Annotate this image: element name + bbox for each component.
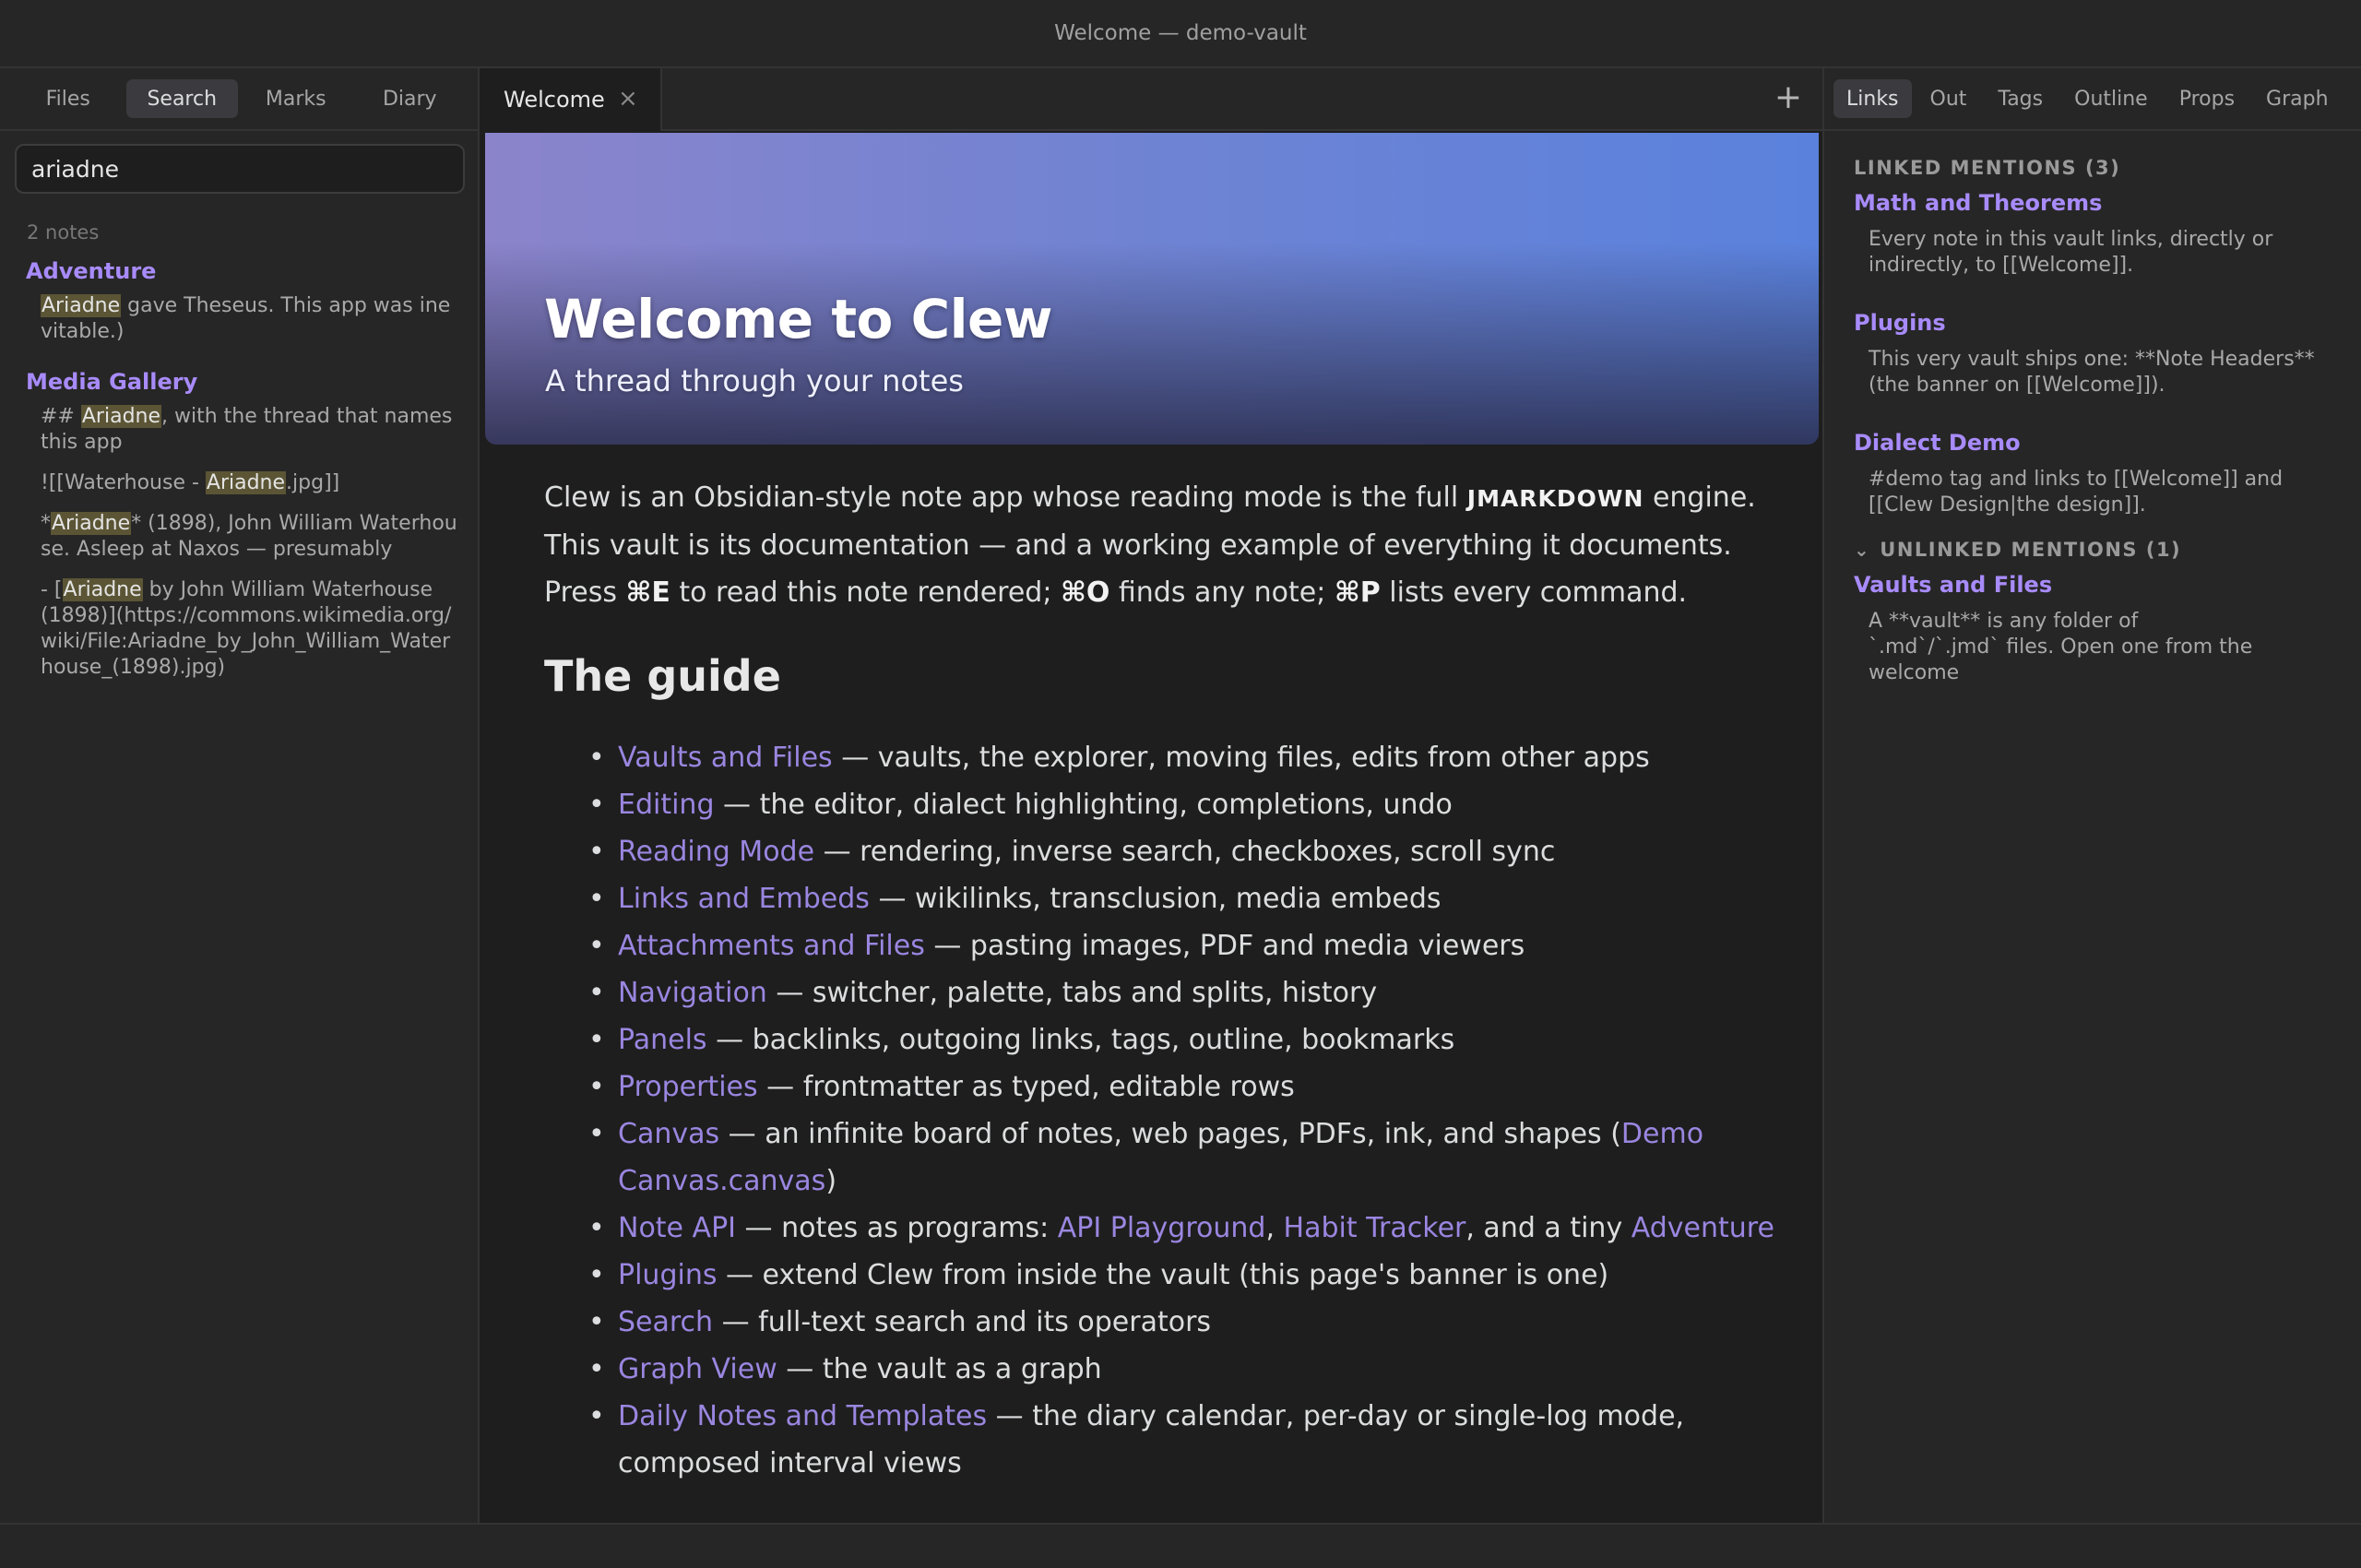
list-item: Search — full-text search and its operat… (588, 1299, 1780, 1346)
backlink-math-and-theorems[interactable]: Math and Theorems (1854, 190, 2333, 216)
guide-list: Vaults and Files — vaults, the explorer,… (544, 734, 1780, 1487)
tab-outline[interactable]: Outline (2061, 79, 2161, 118)
left-sidebar: Files Search Marks Diary 2 notes Adventu… (0, 68, 480, 1523)
link-attachments-and-files[interactable]: Attachments and Files (618, 930, 925, 962)
list-item: Editing — the editor, dialect highlighti… (588, 781, 1780, 828)
search-result-snippet[interactable]: *Ariadne* (1898), John William Waterhous… (41, 511, 459, 563)
link-plugins[interactable]: Plugins (618, 1259, 717, 1291)
tab-tags[interactable]: Tags (1985, 79, 2056, 118)
link-canvas[interactable]: Canvas (618, 1118, 719, 1150)
list-item: Navigation — switcher, palette, tabs and… (588, 969, 1780, 1016)
list-item: Daily Notes and Templates — the diary ca… (588, 1393, 1780, 1487)
search-result-file-adventure[interactable]: Adventure (26, 258, 459, 284)
search-match-highlight: Ariadne (80, 405, 162, 428)
link-daily-notes-and-templates[interactable]: Daily Notes and Templates (618, 1400, 987, 1432)
left-sidebar-tabs: Files Search Marks Diary (0, 68, 478, 131)
shortcut-read: ⌘E (625, 576, 670, 609)
tab-out[interactable]: Out (1917, 79, 1980, 118)
editor-tab-bar: Welcome × + (481, 68, 1822, 131)
search-match-highlight: Ariadne (51, 512, 132, 535)
link-adventure[interactable]: Adventure (1631, 1212, 1774, 1244)
link-reading-mode[interactable]: Reading Mode (618, 836, 814, 868)
linked-mentions-header: LINKED MENTIONS (3) (1854, 157, 2121, 179)
link-api-playground[interactable]: API Playground (1058, 1212, 1266, 1244)
search-result-group: Media Gallery ## Ariadne, with the threa… (26, 369, 459, 681)
right-sidebar: Links Out Tags Outline Props Graph LINKE… (1822, 68, 2361, 1523)
link-vaults-and-files[interactable]: Vaults and Files (618, 742, 833, 774)
link-habit-tracker[interactable]: Habit Tracker (1284, 1212, 1466, 1244)
status-bar (0, 1523, 2361, 1568)
search-match-highlight: Ariadne (41, 294, 122, 317)
list-item: Note API — notes as programs: API Playgr… (588, 1205, 1780, 1252)
chevron-down-icon: ⌄ (1854, 539, 1871, 561)
link-panels[interactable]: Panels (618, 1024, 707, 1056)
link-note-api[interactable]: Note API (618, 1212, 736, 1244)
tab-diary[interactable]: Diary (354, 79, 467, 118)
backlink-dialect-demo[interactable]: Dialect Demo (1854, 430, 2333, 456)
banner-subtitle: A thread through your notes (545, 363, 964, 398)
search-result-group: Adventure Ariadne gave Theseus. This app… (26, 258, 459, 345)
shortcut-palette: ⌘P (1334, 576, 1381, 609)
search-result-count: 2 notes (27, 221, 100, 244)
link-properties[interactable]: Properties (618, 1071, 758, 1103)
close-icon[interactable]: × (618, 87, 638, 111)
tab-graph[interactable]: Graph (2253, 79, 2341, 118)
window-title: Welcome — demo-vault (1054, 21, 1307, 45)
list-item: Panels — backlinks, outgoing links, tags… (588, 1016, 1780, 1063)
tab-files[interactable]: Files (12, 79, 125, 118)
backlinks-panel: LINKED MENTIONS (3) Math and Theorems Ev… (1854, 157, 2333, 718)
search-result-snippet[interactable]: ## Ariadne, with the thread that names t… (41, 404, 459, 456)
unlinked-vaults-and-files[interactable]: Vaults and Files (1854, 572, 2333, 598)
list-item: Attachments and Files — pasting images, … (588, 922, 1780, 969)
tab-welcome[interactable]: Welcome × (481, 68, 662, 131)
title-bar: Welcome — demo-vault (0, 0, 2361, 68)
banner-title: Welcome to Clew (544, 288, 1052, 350)
list-item: Links and Embeds — wikilinks, transclusi… (588, 875, 1780, 922)
right-sidebar-tabs: Links Out Tags Outline Props Graph (1824, 68, 2361, 131)
unlinked-mentions-header: UNLINKED MENTIONS (1) (1880, 539, 2182, 561)
list-item: Reading Mode — rendering, inverse search… (588, 828, 1780, 875)
list-item: Canvas — an infinite board of notes, web… (588, 1111, 1780, 1205)
new-tab-plus-icon[interactable]: + (1774, 81, 1802, 114)
list-item: Vaults and Files — vaults, the explorer,… (588, 734, 1780, 781)
tab-marks[interactable]: Marks (240, 79, 352, 118)
backlink-snippet[interactable]: This very vault ships one: **Note Header… (1869, 347, 2333, 398)
backlink-snippet[interactable]: Every note in this vault links, directly… (1869, 227, 2333, 279)
link-editing[interactable]: Editing (618, 789, 715, 821)
tab-props[interactable]: Props (2166, 79, 2248, 118)
search-result-snippet[interactable]: - [Ariadne by John William Waterhouse (1… (41, 577, 459, 681)
search-match-highlight: Ariadne (205, 471, 287, 494)
tab-links[interactable]: Links (1833, 79, 1912, 118)
search-result-file-media-gallery[interactable]: Media Gallery (26, 369, 459, 395)
search-input[interactable] (15, 144, 465, 194)
note-header-banner: Welcome to Clew A thread through your no… (485, 133, 1819, 445)
list-item: Properties — frontmatter as typed, edita… (588, 1063, 1780, 1111)
search-result-snippet[interactable]: Ariadne gave Theseus. This app was inevi… (41, 293, 459, 345)
shortcut-open: ⌘O (1060, 576, 1110, 609)
link-search[interactable]: Search (618, 1306, 713, 1338)
list-item: Plugins — extend Clew from inside the va… (588, 1252, 1780, 1299)
guide-heading: The guide (544, 651, 781, 701)
tab-search[interactable]: Search (125, 79, 238, 118)
search-result-snippet[interactable]: ![[Waterhouse - Ariadne.jpg]] (41, 470, 459, 496)
search-results: Adventure Ariadne gave Theseus. This app… (26, 258, 459, 705)
search-match-highlight: Ariadne (62, 578, 143, 601)
editor-pane: Welcome × + Welcome to Clew A thread thr… (481, 68, 1822, 1523)
link-graph-view[interactable]: Graph View (618, 1353, 777, 1385)
link-navigation[interactable]: Navigation (618, 977, 767, 1009)
link-links-and-embeds[interactable]: Links and Embeds (618, 883, 870, 915)
unlinked-snippet[interactable]: A **vault** is any folder of `.md`/`.jmd… (1869, 609, 2256, 686)
tab-label: Welcome (504, 87, 605, 113)
list-item: Graph View — the vault as a graph (588, 1346, 1780, 1393)
note-content: Clew is an Obsidian-style note app whose… (544, 474, 1780, 1487)
unlinked-mentions-toggle[interactable]: ⌄ UNLINKED MENTIONS (1) (1854, 539, 2333, 561)
intro-paragraph: Clew is an Obsidian-style note app whose… (544, 481, 1756, 609)
engine-name: JMARKDOWN (1466, 485, 1644, 512)
backlink-plugins[interactable]: Plugins (1854, 310, 2333, 336)
backlink-snippet[interactable]: #demo tag and links to [[Welcome]] and [… (1869, 467, 2333, 518)
